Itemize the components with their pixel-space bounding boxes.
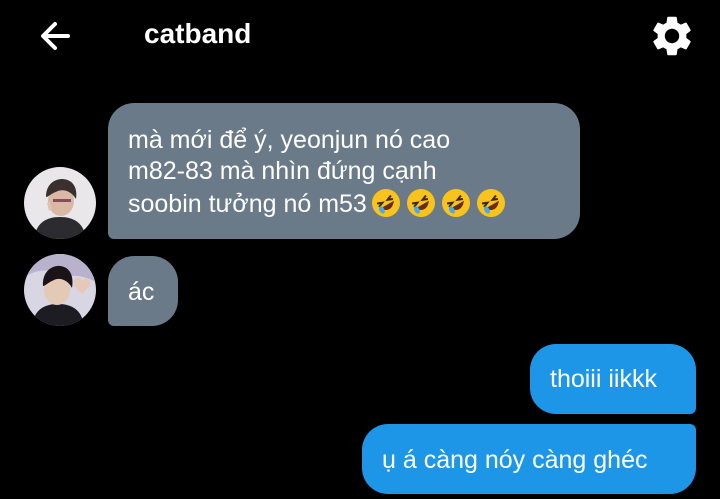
message-bubble-outgoing[interactable]: ụ á càng nóy càng ghéc (362, 424, 696, 494)
rolling-laughing-emoji-icon (405, 187, 437, 219)
avatar-boy-peace-sign (24, 167, 96, 239)
message-line: ụ á càng nóy càng ghéc (382, 446, 648, 474)
rolling-laughing-emoji-icon (440, 187, 472, 219)
message-bubble-incoming[interactable]: mà mới để ý, yeonjun nó cao m82-83 mà nh… (108, 103, 580, 239)
avatar[interactable] (24, 254, 96, 326)
avatar[interactable] (24, 167, 96, 239)
message-line: ác (128, 278, 155, 306)
message-line-with-emoji: soobin tưởng nó m53 (128, 187, 560, 220)
message-bubble-outgoing[interactable]: thoiii iikkk (530, 344, 696, 414)
rolling-laughing-emoji-icon (370, 187, 402, 219)
message-line: m82-83 mà nhìn đứng cạnh (128, 157, 437, 185)
gear-icon (653, 16, 691, 56)
top-bar: catband (0, 0, 720, 72)
message-line: soobin tưởng nó m53 (128, 190, 367, 218)
chat-title[interactable]: catband (144, 18, 251, 50)
message-bubble-incoming[interactable]: ác (108, 256, 178, 326)
rolling-laughing-emoji-icon (475, 187, 507, 219)
back-button[interactable] (36, 16, 76, 56)
message-line: mà mới để ý, yeonjun nó cao (128, 126, 451, 154)
settings-button[interactable] (648, 12, 696, 60)
avatar-boy-heart-hands (24, 254, 96, 326)
message-line: thoiii iikkk (550, 365, 657, 393)
arrow-left-icon (41, 22, 70, 50)
